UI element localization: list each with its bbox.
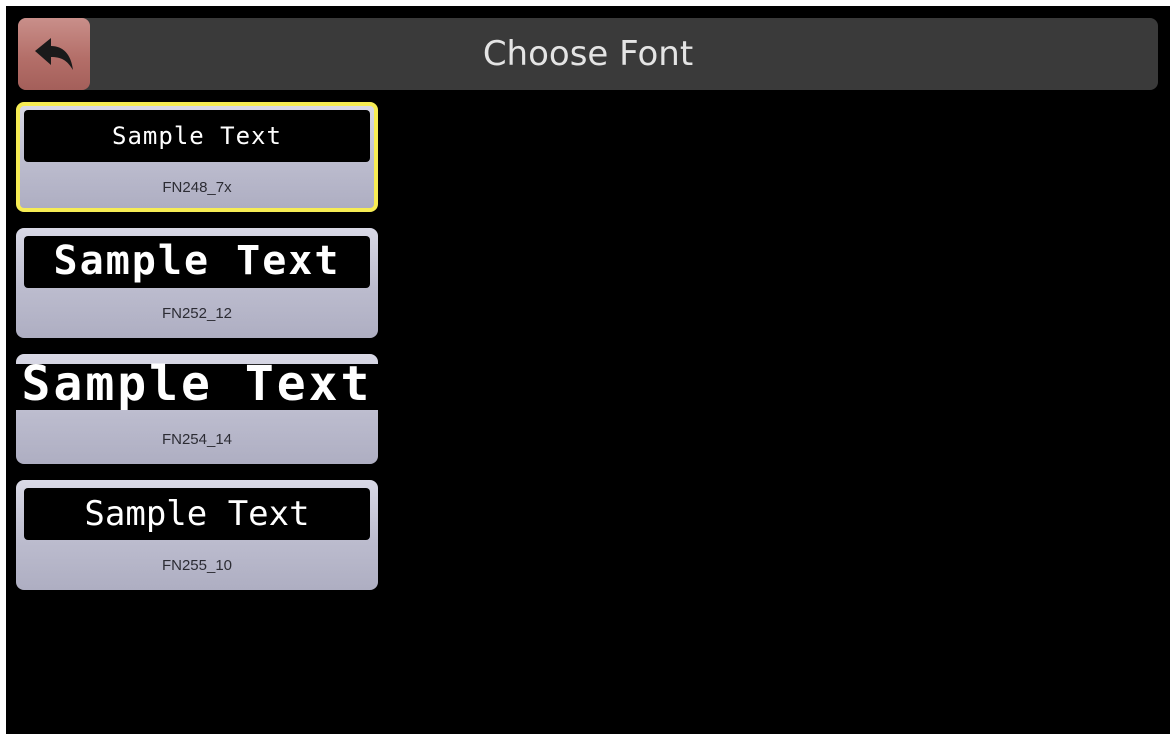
font-option-fn254-14[interactable]: Sample Text FN254_14 xyxy=(16,354,378,464)
font-sample-preview: Sample Text xyxy=(24,236,370,288)
font-list: Sample Text FN248_7x Sample Text FN252_1… xyxy=(16,102,382,606)
page-title: Choose Font xyxy=(482,34,694,74)
font-option-fn255-10[interactable]: Sample Text FN255_10 xyxy=(16,480,378,590)
screen: Choose Font Sample Text FN248_7x Sample … xyxy=(6,6,1170,734)
font-sample-preview: Sample Text xyxy=(24,488,370,540)
back-button[interactable] xyxy=(18,18,90,90)
font-sample-text: Sample Text xyxy=(21,356,373,412)
font-option-fn252-12[interactable]: Sample Text FN252_12 xyxy=(16,228,378,338)
font-name-label: FN248_7x xyxy=(162,179,232,196)
font-name-label: FN255_10 xyxy=(161,557,233,574)
header-bar: Choose Font xyxy=(18,18,1158,90)
font-sample-preview: Sample Text xyxy=(24,110,370,162)
font-name-label: FN252_12 xyxy=(161,305,233,322)
font-sample-preview: Sample Text xyxy=(16,354,378,412)
back-arrow-icon xyxy=(35,38,73,70)
font-option-fn248-7x[interactable]: Sample Text FN248_7x xyxy=(16,102,378,212)
font-name-label: FN254_14 xyxy=(161,431,233,448)
